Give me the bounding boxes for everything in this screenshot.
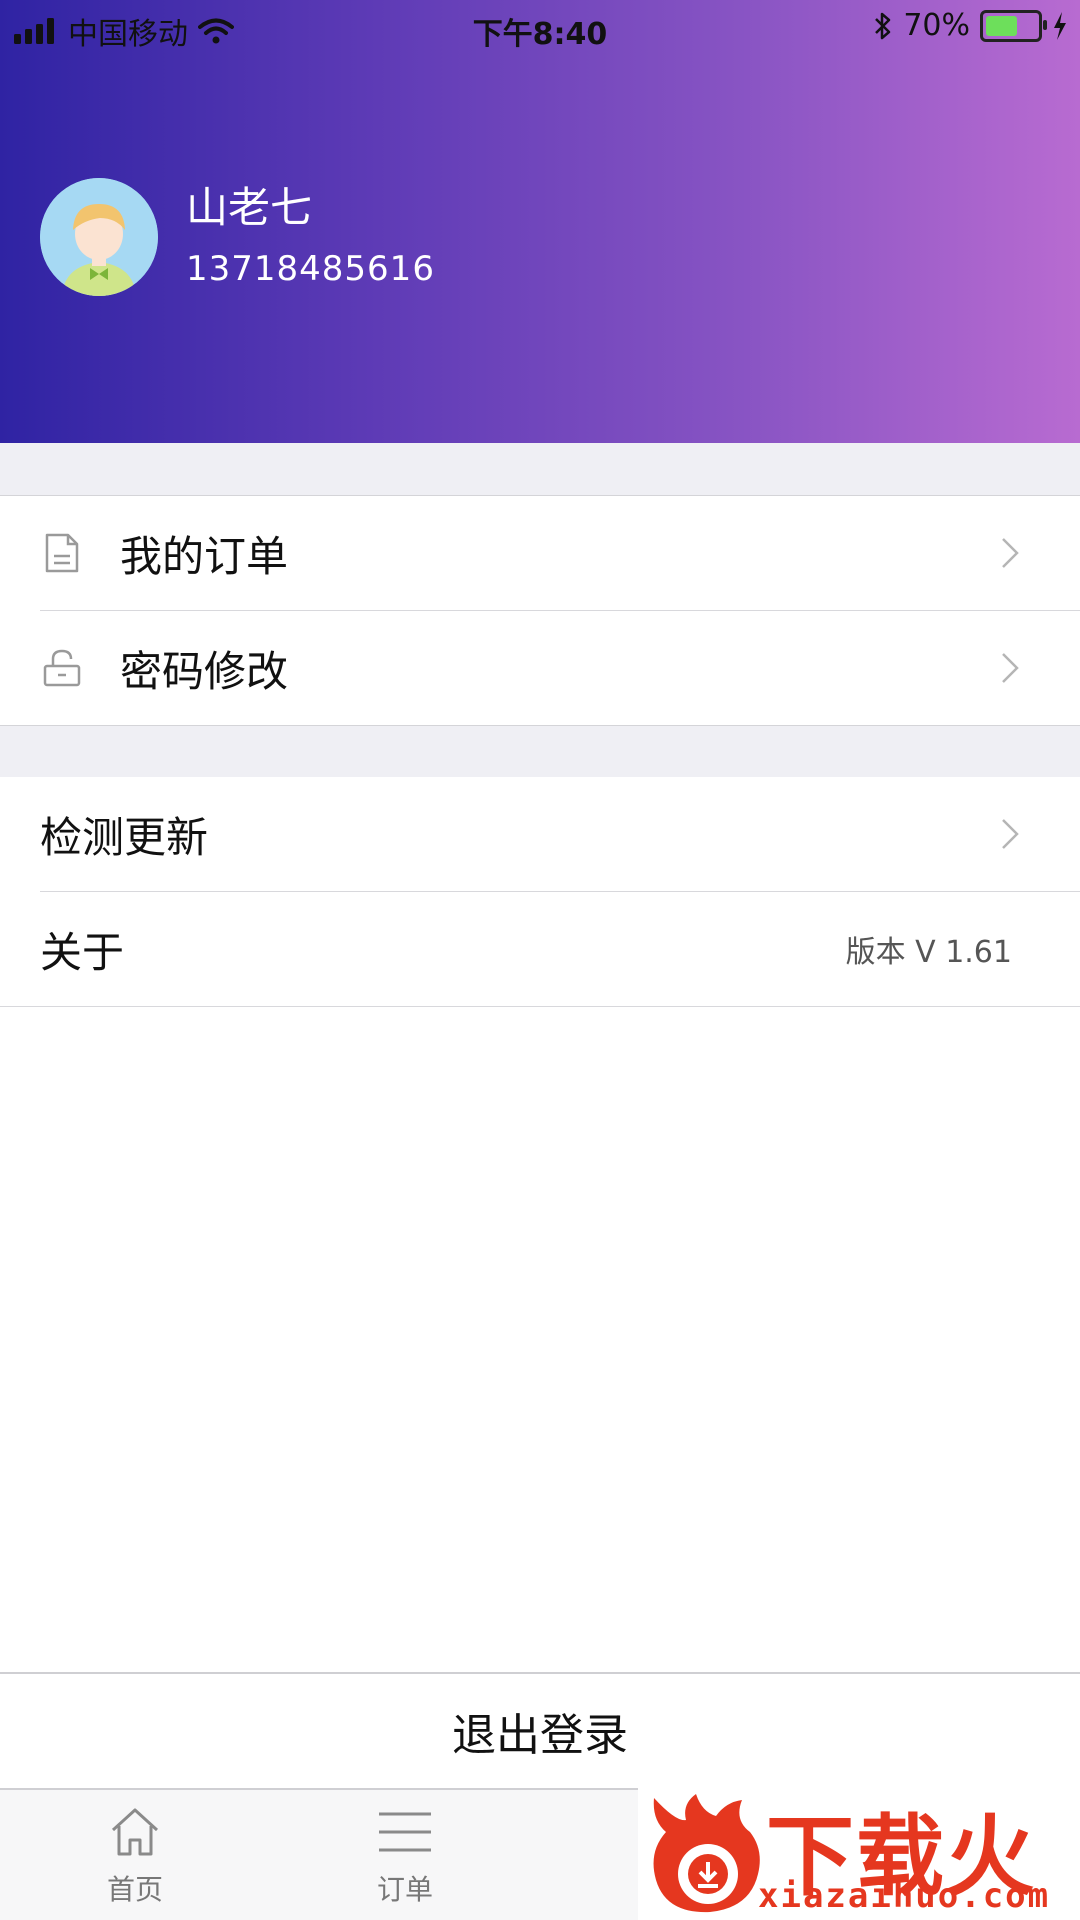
menu-item-label: 检测更新: [40, 812, 209, 862]
bluetooth-icon: [875, 12, 891, 39]
home-icon: [111, 1808, 159, 1856]
divider: [0, 1006, 1080, 1007]
user-name: 山老七: [186, 182, 313, 232]
battery-icon: [980, 9, 1047, 42]
section-gap: [0, 443, 1080, 496]
avatar-boy-icon: [40, 178, 158, 296]
status-right: 70%: [873, 8, 1068, 43]
watermark-url: xiazaihuo.com: [758, 1876, 1051, 1916]
profile-header: 中国移动 下午8:40 70% 山老七 13718485616: [0, 0, 1080, 443]
menu-lines-icon: [379, 1812, 431, 1852]
logout-button[interactable]: 退出登录: [0, 1672, 1080, 1790]
chevron-right-icon: [1002, 538, 1019, 568]
chevron-right-icon: [1002, 819, 1019, 849]
battery-fill: [986, 15, 1017, 36]
menu-group-app: 检测更新 关于 版本 V 1.61: [0, 777, 1080, 1007]
tab-orders[interactable]: 订单: [335, 1804, 475, 1908]
menu-item-about[interactable]: 关于 版本 V 1.61: [0, 892, 1080, 1006]
watermark: 下载火 xiazaihuo.com: [638, 1786, 1080, 1920]
lock-icon: [40, 646, 84, 690]
tab-label: 首页: [106, 1873, 163, 1906]
profile-text: 山老七 13718485616: [186, 182, 435, 290]
menu-group-account: 我的订单 密码修改: [0, 496, 1080, 725]
profile-block[interactable]: 山老七 13718485616: [40, 178, 435, 296]
battery-percent: 70%: [903, 8, 970, 43]
menu-item-label: 关于: [40, 927, 125, 977]
menu-item-label: 我的订单: [120, 531, 289, 581]
section-gap: [0, 725, 1080, 778]
user-phone: 13718485616: [186, 249, 435, 290]
avatar[interactable]: [40, 178, 158, 296]
charging-bolt-icon: [1054, 11, 1066, 40]
version-value: 版本 V 1.61: [845, 935, 1012, 970]
menu-item-label: 密码修改: [120, 646, 289, 696]
chevron-right-icon: [1002, 653, 1019, 683]
menu-item-check-update[interactable]: 检测更新: [0, 777, 1080, 891]
tab-home[interactable]: 首页: [65, 1804, 205, 1908]
tab-label: 订单: [376, 1873, 433, 1906]
document-icon: [40, 531, 84, 575]
status-bar: 中国移动 下午8:40 70%: [0, 0, 1080, 55]
menu-item-change-password[interactable]: 密码修改: [0, 611, 1080, 725]
logout-label: 退出登录: [452, 1710, 628, 1761]
flame-logo-icon: [653, 1794, 760, 1913]
menu-item-my-orders[interactable]: 我的订单: [0, 496, 1080, 610]
battery-tip: [1043, 19, 1047, 30]
